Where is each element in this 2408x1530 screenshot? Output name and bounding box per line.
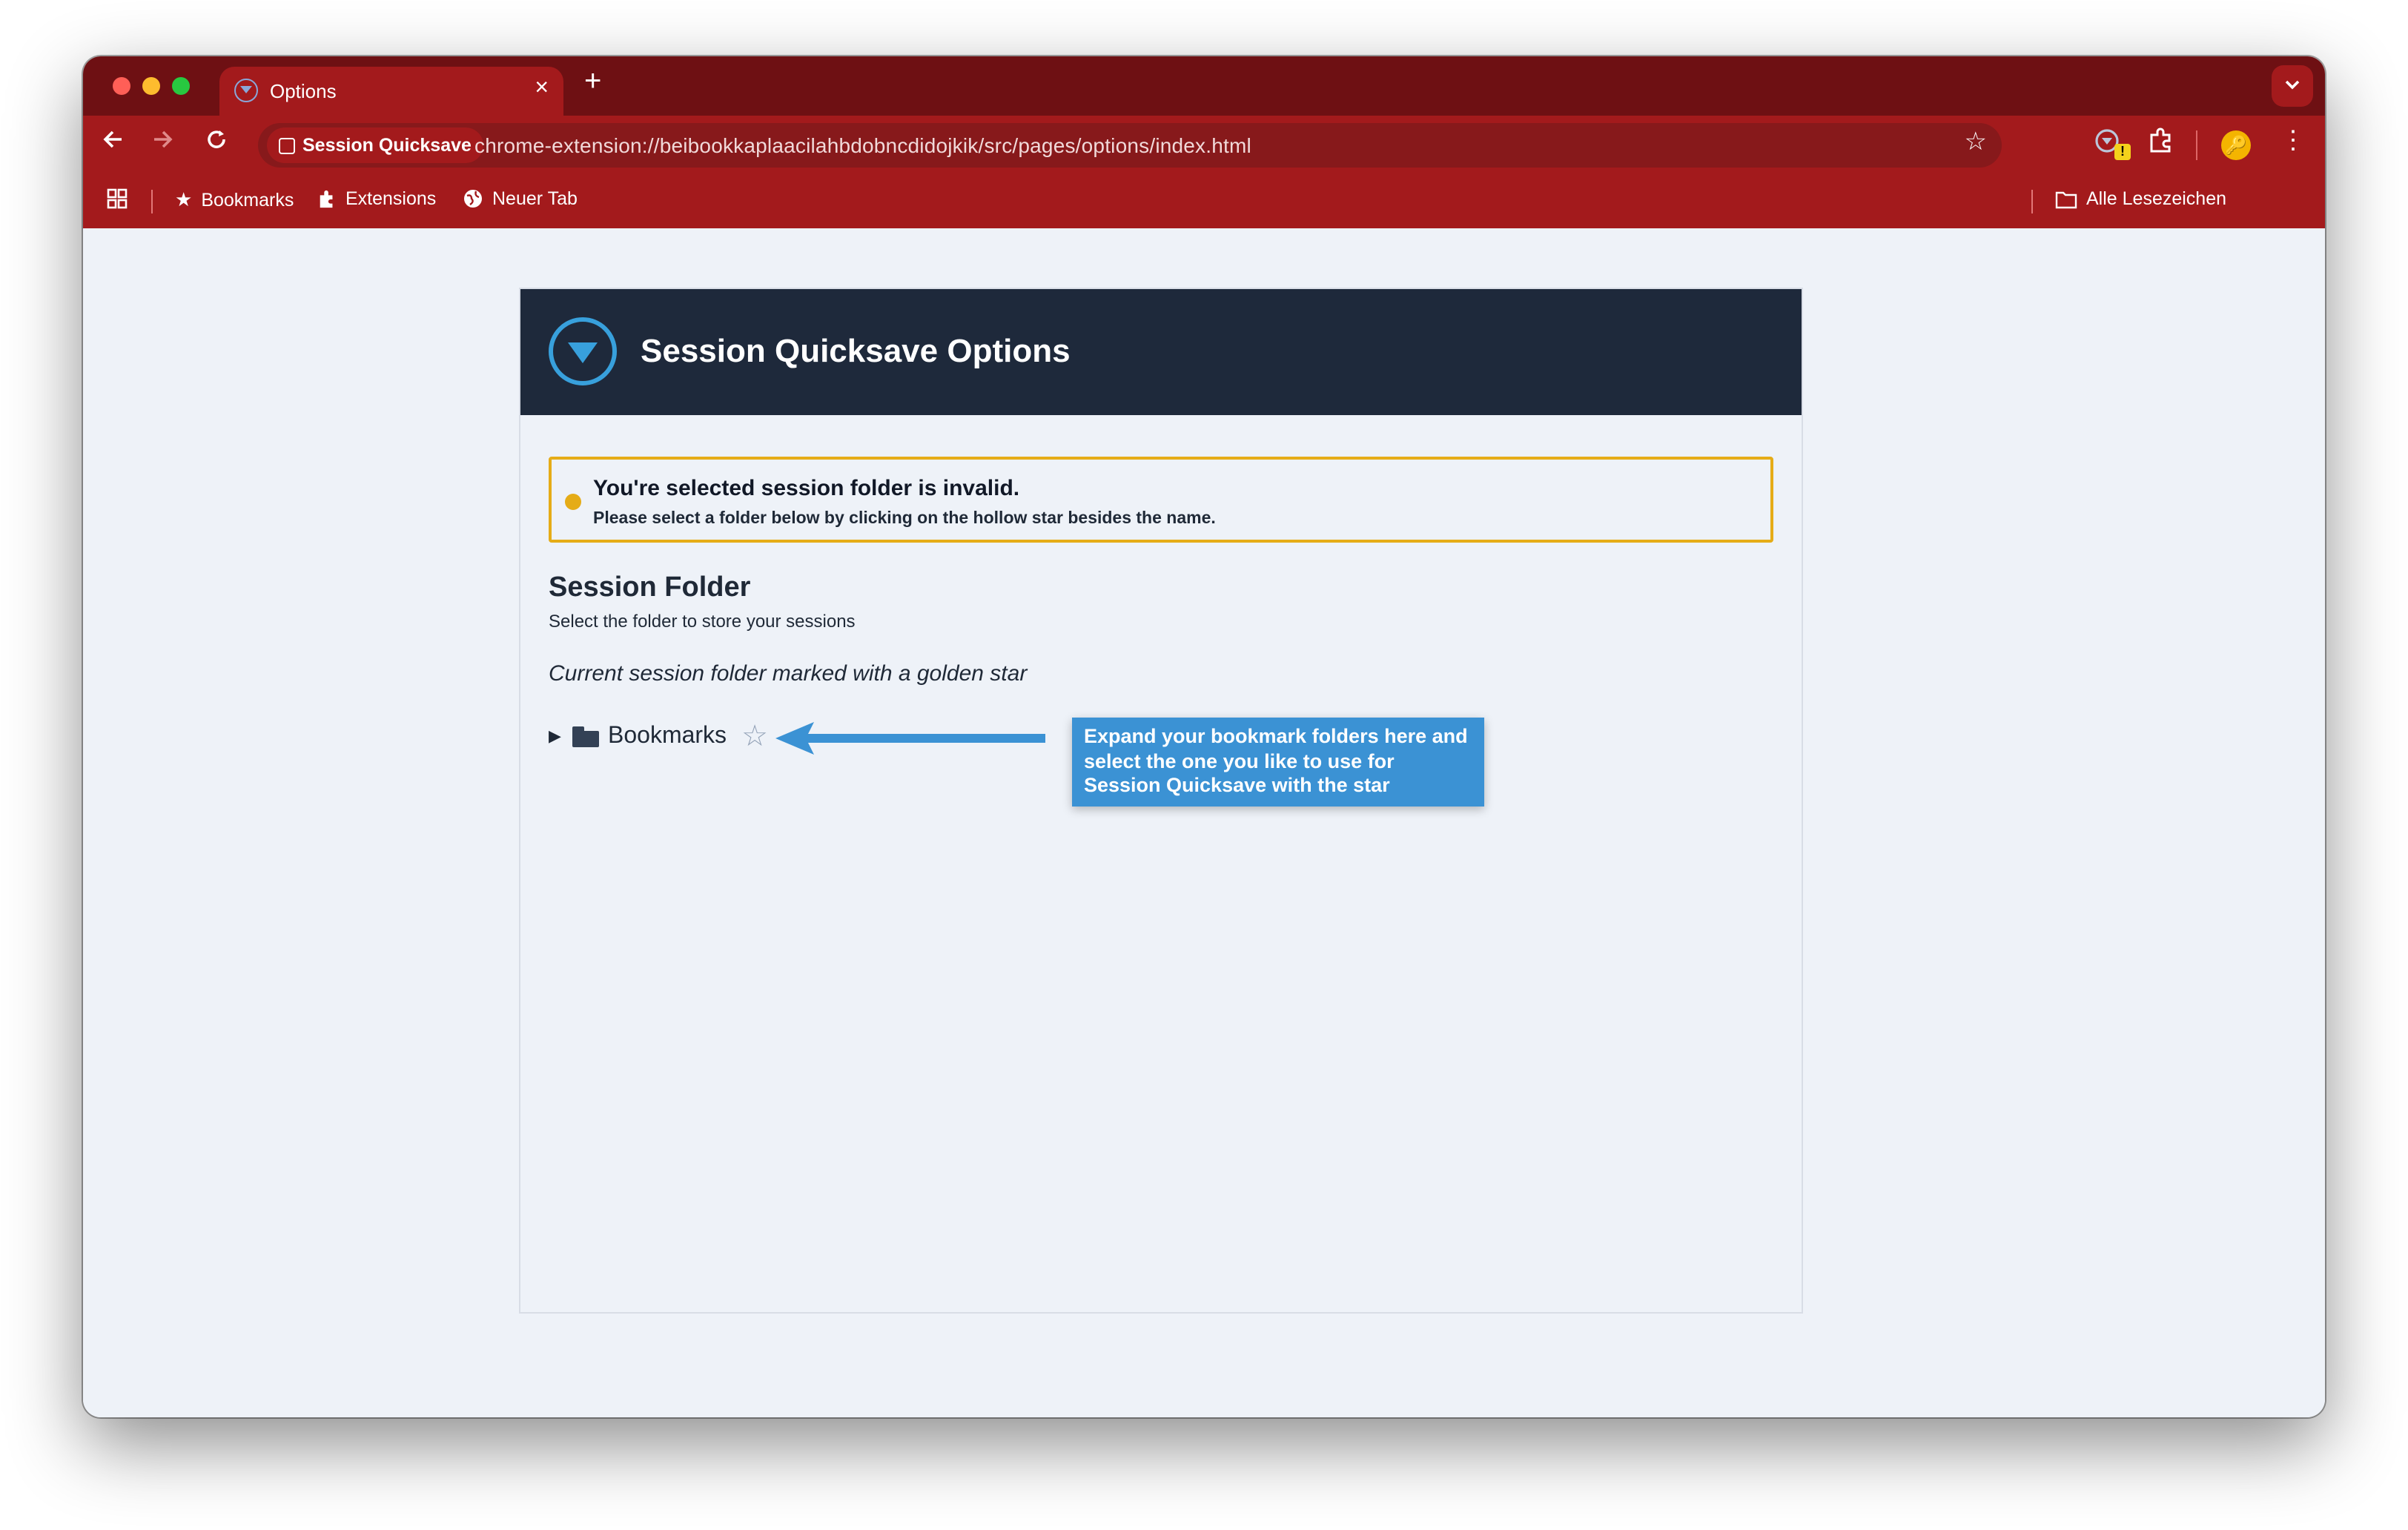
bookmark-label: Neuer Tab xyxy=(492,188,578,209)
bookmark-label: Extensions xyxy=(345,188,437,209)
folder-icon xyxy=(572,726,599,747)
url-text[interactable]: chrome-extension://beibookkaplaacilahbdo… xyxy=(474,133,1251,157)
maximize-window-button[interactable] xyxy=(172,77,190,95)
tab-title: Options xyxy=(270,80,337,102)
current-folder-hint: Current session folder marked with a gol… xyxy=(549,661,1028,686)
reload-icon xyxy=(208,130,225,148)
folder-icon xyxy=(2055,191,2077,208)
tab-options[interactable]: Options × xyxy=(219,67,563,116)
bookmark-item-extensions[interactable]: Extensions xyxy=(317,188,436,209)
toolbar-divider xyxy=(2196,130,2197,160)
tooltip-callout: Expand your bookmark folders here and se… xyxy=(1072,718,1484,806)
options-page: Session Quicksave Options You're selecte… xyxy=(83,228,2325,1417)
warning-dot-icon xyxy=(565,494,581,510)
puzzle-icon xyxy=(2150,128,2171,153)
globe-icon xyxy=(464,190,482,208)
invalid-folder-warning: You're selected session folder is invali… xyxy=(549,457,1773,543)
bookmark-item-new-tab[interactable]: Neuer Tab xyxy=(463,188,578,209)
warning-heading: You're selected session folder is invali… xyxy=(593,476,1020,501)
close-window-button[interactable] xyxy=(113,77,130,95)
bookmarks-divider xyxy=(2031,190,2033,213)
profile-avatar[interactable]: 🔑 xyxy=(2221,130,2251,160)
expand-triangle-icon[interactable]: ▶ xyxy=(549,726,566,746)
minimize-window-button[interactable] xyxy=(142,77,160,95)
options-header: Session Quicksave Options xyxy=(520,289,1802,415)
back-button[interactable] xyxy=(95,128,130,159)
chevron-down-icon xyxy=(2285,80,2300,90)
new-tab-button[interactable]: + xyxy=(584,65,601,99)
arrow-left-icon xyxy=(103,130,122,148)
more-menu-icon[interactable]: ⋮ xyxy=(2280,126,2306,156)
extension-warning-badge: ! xyxy=(2114,144,2131,160)
forward-button[interactable] xyxy=(145,128,181,159)
section-subtitle: Select the folder to store your sessions xyxy=(549,611,856,632)
extensions-button[interactable] xyxy=(2147,128,2174,162)
extension-icon xyxy=(279,137,295,153)
bookmarks-divider xyxy=(151,190,153,213)
puzzle-icon xyxy=(320,189,333,208)
bookmark-label: Bookmarks xyxy=(201,190,294,211)
tab-search-button[interactable] xyxy=(2272,65,2313,107)
tab-strip: Options × + xyxy=(83,56,2325,116)
bookmark-item-bookmarks[interactable]: ★ Bookmarks xyxy=(175,188,294,212)
all-bookmarks-label: Alle Lesezeichen xyxy=(2086,188,2227,209)
all-bookmarks-button[interactable]: Alle Lesezeichen xyxy=(2055,188,2226,209)
hollow-star-icon[interactable]: ☆ xyxy=(741,718,768,755)
options-panel: Session Quicksave Options You're selecte… xyxy=(519,288,1803,1314)
session-quicksave-logo-icon xyxy=(549,317,617,385)
folder-label[interactable]: Bookmarks xyxy=(608,723,727,749)
bookmarks-bar: ★ Bookmarks Extensions Neuer Tab Alle Le… xyxy=(83,175,2325,228)
apps-button[interactable] xyxy=(107,188,128,209)
page-title: Session Quicksave Options xyxy=(641,332,1071,369)
arrow-right-icon xyxy=(154,130,173,148)
warning-text: Please select a folder below by clicking… xyxy=(593,510,1216,528)
pointer-arrow-icon xyxy=(775,722,1045,755)
site-chip-label: Session Quicksave xyxy=(302,135,472,156)
address-bar[interactable]: Session Quicksave chrome-extension://bei… xyxy=(258,123,2002,168)
browser-toolbar: Session Quicksave chrome-extension://bei… xyxy=(83,116,2325,175)
section-title: Session Folder xyxy=(549,572,751,603)
apps-grid-icon xyxy=(107,188,128,209)
star-icon: ★ xyxy=(175,188,193,211)
bookmark-star-icon[interactable]: ☆ xyxy=(1965,128,1988,157)
browser-window: Options × + Session Quicksave chrome-ext… xyxy=(83,56,2325,1417)
bookmark-folder-tree: ▶ Bookmarks ☆ xyxy=(549,718,768,755)
reload-button[interactable] xyxy=(199,128,234,159)
session-quicksave-favicon-icon xyxy=(234,79,258,102)
tab-close-icon[interactable]: × xyxy=(535,76,549,102)
site-chip[interactable]: Session Quicksave xyxy=(267,128,483,163)
